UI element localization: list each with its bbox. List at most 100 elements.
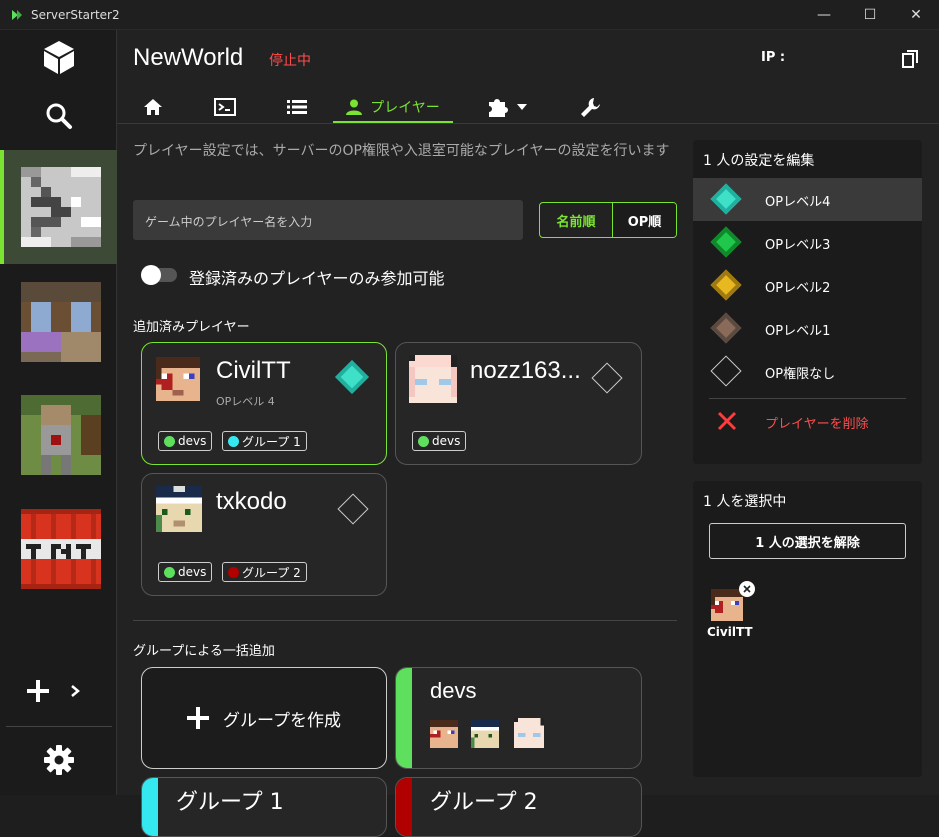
- group-add-heading: グループによる一括追加: [133, 644, 275, 659]
- op-none-option[interactable]: OP権限なし: [693, 350, 922, 393]
- player-name: txkodo: [216, 488, 287, 515]
- caret-down-icon: [517, 104, 527, 110]
- op-level-4-icon: [335, 360, 369, 394]
- group-color-bar: [142, 778, 158, 836]
- edit-panel: 1 人の設定を編集 OPレベル4 OPレベル3 OPレベル2 OPレベル1 OP…: [693, 140, 922, 464]
- whitelist-label: 登録済みのプレイヤーのみ参加可能: [189, 269, 445, 288]
- group-name: グループ 2: [430, 790, 538, 815]
- player-card-nozz[interactable]: nozz163... devs: [395, 342, 642, 465]
- whitelist-toggle[interactable]: [141, 265, 177, 285]
- close-icon: [743, 585, 751, 593]
- home-icon: [144, 99, 162, 115]
- active-indicator: [0, 150, 4, 264]
- op-level-3-icon: [710, 226, 742, 258]
- player-avatar-nozz: [409, 355, 457, 403]
- edit-panel-divider: [709, 398, 906, 399]
- close-button[interactable]: ✕: [893, 0, 939, 30]
- op-none-icon: [591, 362, 623, 394]
- maximize-button[interactable]: ☐: [847, 0, 893, 30]
- plus-icon: [187, 707, 209, 729]
- player-card-txkodo[interactable]: txkodo devs グループ 2: [141, 473, 387, 596]
- group-name: グループ 1: [176, 790, 284, 815]
- op-level-1-option[interactable]: OPレベル1: [693, 307, 922, 350]
- section-divider: [133, 620, 677, 621]
- tab-settings[interactable]: [571, 92, 611, 122]
- op-level-2-option[interactable]: OPレベル2: [693, 264, 922, 307]
- group-tag-devs: devs: [158, 562, 213, 582]
- sort-op-button[interactable]: OP順: [613, 203, 676, 237]
- added-players-heading: 追加済みプレイヤー: [133, 320, 250, 335]
- group-card-devs[interactable]: devs: [395, 667, 642, 769]
- deselect-player-button[interactable]: [739, 581, 755, 597]
- close-icon: [717, 411, 737, 431]
- player-name-input[interactable]: ゲーム中のプレイヤー名を入力: [133, 200, 523, 240]
- world-thumbnail-newworld[interactable]: [21, 167, 101, 247]
- op-level-4-option[interactable]: OPレベル4: [693, 178, 922, 221]
- gear-icon[interactable]: [43, 744, 75, 776]
- person-icon: [346, 99, 363, 115]
- player-avatar-txkodo: [156, 486, 202, 532]
- sort-toggle: 名前順 OP順: [539, 202, 677, 238]
- group-card-group1[interactable]: グループ 1: [141, 777, 387, 837]
- group-color-bar: [396, 778, 412, 836]
- edit-panel-title: 1 人の設定を編集: [703, 153, 815, 169]
- maximize-icon: ☐: [863, 7, 877, 23]
- tab-player[interactable]: プレイヤー: [333, 92, 453, 122]
- op-level-3-option[interactable]: OPレベル3: [693, 221, 922, 264]
- player-name: nozz163...: [470, 357, 581, 384]
- create-group-button[interactable]: グループを作成: [141, 667, 387, 769]
- plus-icon[interactable]: [27, 680, 49, 702]
- tab-console[interactable]: [205, 92, 245, 122]
- group-color-bar: [396, 668, 412, 768]
- player-name-placeholder: ゲーム中のプレイヤー名を入力: [145, 215, 313, 229]
- search-icon[interactable]: [45, 102, 73, 130]
- list-icon: [287, 100, 307, 114]
- player-op-level: OPレベル 4: [216, 395, 275, 408]
- main-content: NewWorld 停止中 IP : プレイヤー プレイヤー設定では、サーバーのO…: [117, 30, 939, 837]
- selection-panel-title: 1 人を選択中: [703, 494, 787, 510]
- copy-icon[interactable]: [902, 50, 918, 68]
- tab-list[interactable]: [277, 92, 317, 122]
- group-tag-group1: グループ 1: [222, 431, 307, 451]
- sidebar: [0, 30, 117, 795]
- group-tag-devs: devs: [412, 431, 467, 451]
- sidebar-divider: [6, 726, 112, 727]
- minimize-button[interactable]: —: [801, 0, 847, 30]
- group-name: devs: [430, 678, 477, 703]
- op-level-2-icon: [710, 269, 742, 301]
- remove-player-button[interactable]: プレイヤーを削除: [693, 400, 922, 443]
- op-level-1-icon: [710, 312, 742, 344]
- console-icon: [214, 98, 236, 116]
- app-logo-icon: [12, 10, 22, 20]
- cube-logo-icon[interactable]: [41, 38, 77, 76]
- world-thumbnail-tnt[interactable]: [21, 509, 101, 589]
- selection-panel: 1 人を選択中 1 人の選択を解除 CivilTT: [693, 481, 922, 777]
- group-tag-group2: グループ 2: [222, 562, 307, 582]
- group-card-group2[interactable]: グループ 2: [395, 777, 642, 837]
- clear-selection-button[interactable]: 1 人の選択を解除: [709, 523, 906, 559]
- group-tag-devs: devs: [158, 431, 213, 451]
- chevron-right-icon[interactable]: [69, 684, 81, 698]
- op-none-icon: [710, 355, 742, 387]
- player-card-civiltt[interactable]: CivilTT OPレベル 4 devs グループ 1: [141, 342, 387, 465]
- close-icon: ✕: [910, 7, 922, 23]
- player-name: CivilTT: [216, 357, 291, 384]
- op-none-icon: [337, 493, 369, 525]
- selected-avatar-civiltt: [711, 589, 743, 621]
- op-level-4-icon: [710, 183, 742, 215]
- sort-name-button[interactable]: 名前順: [540, 203, 613, 237]
- world-thumbnail-3[interactable]: [21, 395, 101, 475]
- tab-player-label: プレイヤー: [370, 100, 440, 116]
- window-title: ServerStarter2: [31, 8, 120, 22]
- player-avatar-civiltt: [156, 357, 200, 401]
- title-bar: ServerStarter2 — ☐ ✕: [0, 0, 939, 30]
- wrench-icon: [581, 98, 600, 117]
- player-description: プレイヤー設定では、サーバーのOP権限や入退室可能なプレイヤーの設定を行います: [133, 143, 670, 159]
- member-avatar-civiltt: [430, 720, 458, 748]
- ip-label: IP :: [761, 50, 786, 65]
- puzzle-icon: [489, 99, 508, 117]
- world-thumbnail-2[interactable]: [21, 282, 101, 362]
- world-name: NewWorld: [133, 44, 244, 71]
- tab-addons[interactable]: [479, 92, 535, 122]
- tab-home[interactable]: [133, 92, 173, 122]
